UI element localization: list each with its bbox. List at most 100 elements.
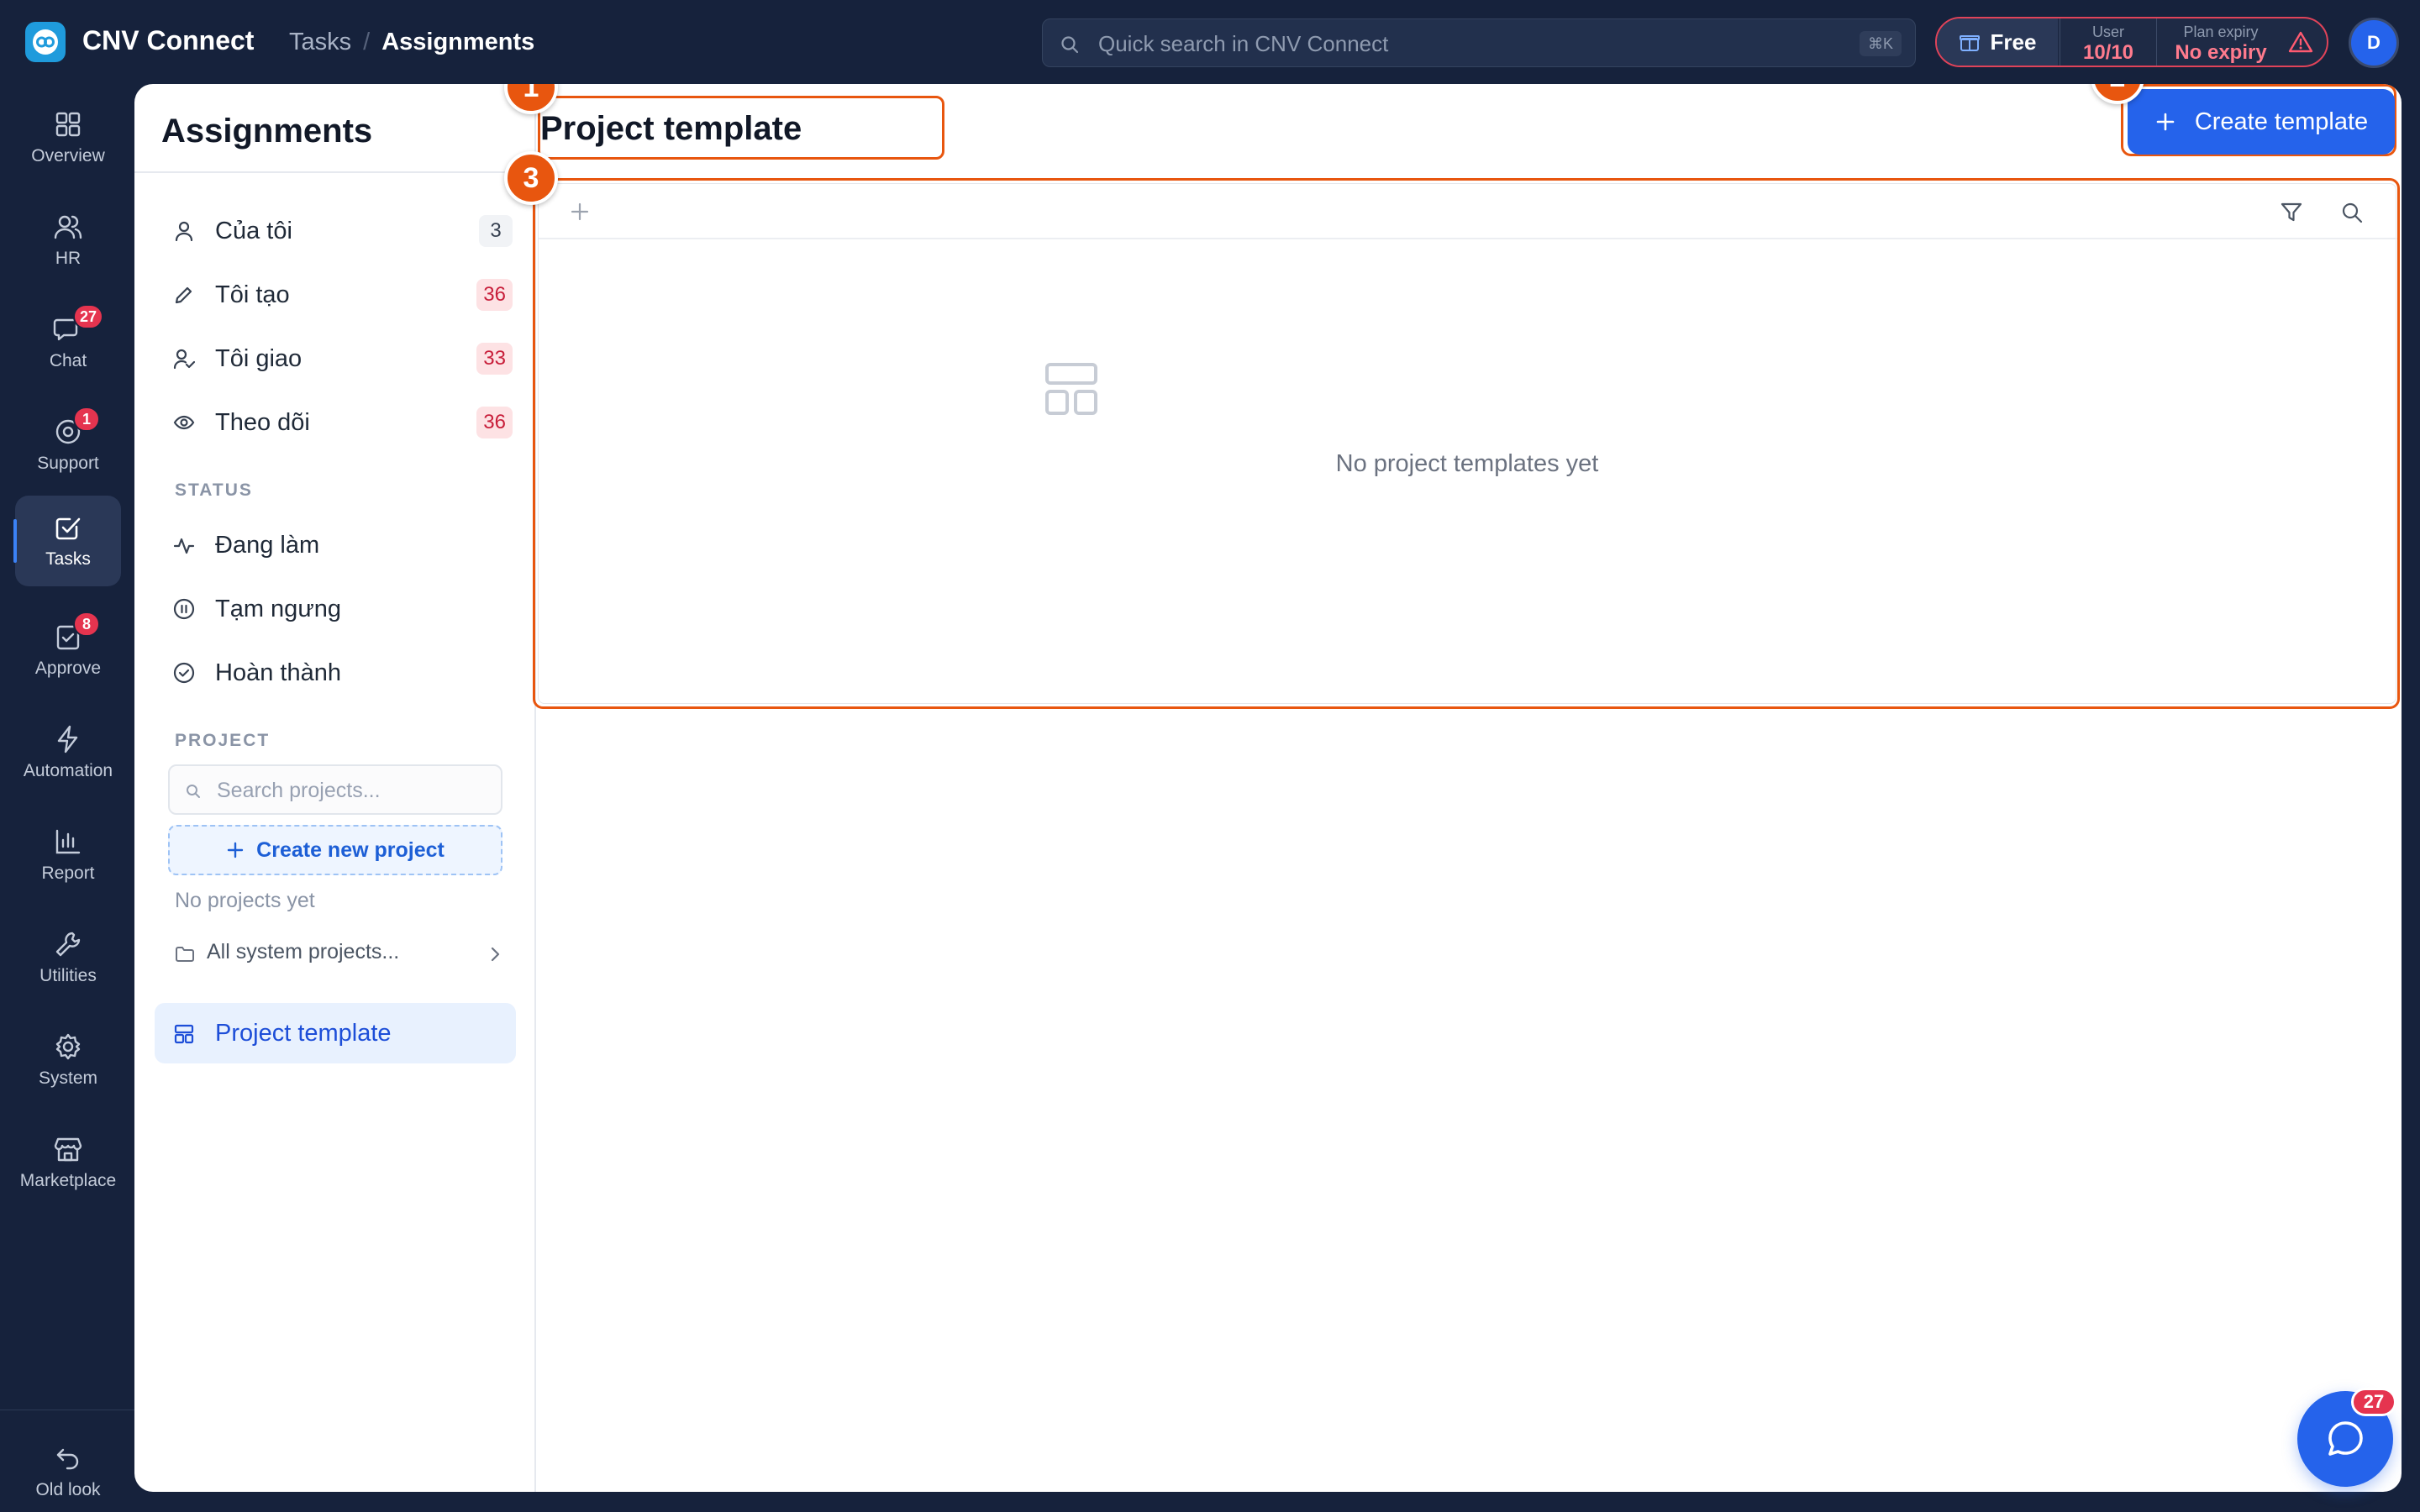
subnav-item-mine[interactable]: Của tôi 3 (155, 203, 516, 257)
approve-icon: 8 (53, 612, 100, 652)
breadcrumb-current: Assignments (381, 29, 535, 55)
breadcrumb: Tasks / Assignments (289, 29, 534, 56)
project-search-placeholder: Search projects... (217, 779, 381, 802)
status-item-in-progress[interactable]: Đang làm (155, 517, 516, 571)
rail-item-overview[interactable]: Overview (15, 92, 121, 183)
empty-template-icon (1045, 363, 1097, 415)
count-badge: 36 (476, 279, 513, 311)
rail-label: Chat (49, 351, 87, 370)
count-badge: 3 (479, 215, 513, 247)
project-section-label: PROJECT (175, 731, 271, 750)
main-panel: Assignments Của tôi 3 Tôi tạo 36 Tôi gia… (134, 84, 2402, 1492)
create-template-label: Create template (2194, 108, 2369, 135)
top-bar: CNV Connect Tasks / Assignments Quick se… (0, 0, 2420, 84)
search-shortcut: ⌘K (1859, 31, 1902, 56)
subnav-item-label: Tôi giao (215, 345, 302, 372)
user-avatar[interactable]: D (2349, 18, 2399, 68)
search-icon (1061, 36, 1079, 54)
rail-label: System (38, 1068, 97, 1088)
plan-status[interactable]: Free User 10/10 Plan expiry No expiry (1935, 17, 2328, 67)
rail-label: Report (41, 864, 95, 883)
rail-item-tasks[interactable]: Tasks (13, 496, 121, 586)
approve-badge: 8 (73, 612, 100, 637)
plan-user-label: User (2091, 24, 2124, 40)
rail-item-automation[interactable]: Automation (15, 707, 121, 798)
rail-item-hr[interactable]: HR (15, 195, 121, 286)
plan-expiry: Plan expiry No expiry (2162, 18, 2280, 66)
old-look-button[interactable]: Old look (15, 1426, 121, 1512)
all-system-projects-link[interactable]: All system projects... (175, 937, 502, 971)
activity-icon (173, 538, 195, 554)
rail-item-approve[interactable]: 8 Approve (15, 605, 121, 696)
table-toolbar (539, 184, 2397, 239)
chat-bubble-icon (2328, 1421, 2363, 1456)
template-table (538, 183, 2397, 704)
gift-icon (1959, 35, 1980, 51)
search-icon[interactable] (2340, 201, 2364, 224)
rail-item-report[interactable]: Report (15, 810, 121, 900)
subnav-item-following[interactable]: Theo dõi 36 (155, 395, 516, 449)
app-name: CNV Connect (82, 25, 255, 55)
plan-tier[interactable]: Free (1937, 18, 2058, 66)
rail-label: Utilities (39, 966, 97, 985)
user-check-icon (173, 349, 195, 370)
bolt-icon (53, 724, 83, 754)
chevron-right-icon (491, 947, 500, 962)
subnav-item-created[interactable]: Tôi tạo 36 (155, 267, 516, 321)
create-template-button[interactable]: Create template (2128, 89, 2395, 155)
rail-item-chat[interactable]: 27 Chat (15, 297, 121, 388)
grid-icon (53, 109, 83, 139)
plan-expiry-value: No expiry (2175, 41, 2267, 64)
undo-icon (53, 1443, 83, 1473)
rail-item-support[interactable]: 1 Support (15, 400, 121, 491)
all-system-projects-label: All system projects... (207, 940, 400, 963)
main-sidebar: Overview HR 27 Chat 1 Support Tasks 8 Ap… (0, 84, 134, 1512)
rail-label: Approve (34, 659, 102, 678)
plan-user-value: 10/10 (2082, 41, 2134, 64)
logo-icon (33, 29, 58, 55)
create-project-button[interactable]: Create new project (168, 825, 502, 875)
rail-label: HR (55, 249, 82, 268)
layout-template-icon (174, 1024, 194, 1044)
app-logo[interactable] (25, 22, 66, 62)
breadcrumb-separator: / (363, 29, 371, 55)
support-badge: 1 (73, 407, 100, 432)
rail-item-system[interactable]: System (15, 1015, 121, 1105)
search-placeholder: Quick search in CNV Connect (1098, 31, 1389, 56)
add-row-icon[interactable] (569, 201, 591, 223)
project-search-input[interactable]: Search projects... (168, 764, 502, 815)
checkbox-icon (53, 512, 83, 543)
subnav-divider (134, 171, 536, 173)
plan-user-count: User 10/10 (2060, 18, 2157, 66)
empty-state-text: No project templates yet (1335, 450, 1599, 477)
rail-label: Tasks (45, 549, 91, 569)
status-item-paused[interactable]: Tạm ngưng (155, 581, 516, 635)
filter-icon[interactable] (2280, 201, 2303, 224)
chat-icon: 27 (53, 304, 104, 344)
plus-icon (227, 842, 244, 858)
subnav-title: Assignments (161, 113, 373, 150)
plus-icon (2156, 113, 2175, 131)
count-badge: 33 (476, 343, 513, 375)
subnav-item-project-template[interactable]: Project template (155, 1003, 516, 1063)
rail-item-utilities[interactable]: Utilities (15, 912, 121, 1003)
subnav-item-assigned[interactable]: Tôi giao 33 (155, 331, 516, 385)
status-section-label: STATUS (175, 480, 253, 500)
subnav-item-label: Theo dõi (215, 409, 310, 436)
status-item-done[interactable]: Hoàn thành (155, 645, 516, 699)
annotation-marker-3: 3 (504, 151, 558, 205)
global-search[interactable]: Quick search in CNV Connect ⌘K (1042, 18, 1916, 67)
search-icon (187, 785, 200, 798)
breadcrumb-tasks[interactable]: Tasks (289, 29, 351, 56)
folder-icon (176, 947, 194, 962)
rail-item-marketplace[interactable]: Marketplace (15, 1117, 121, 1208)
status-item-label: Hoàn thành (215, 659, 341, 686)
no-projects-text: No projects yet (175, 889, 315, 912)
plan-tier-label: Free (1990, 29, 2037, 55)
plan-expiry-label: Plan expiry (2183, 24, 2259, 40)
pause-circle-icon (173, 598, 195, 620)
store-icon (53, 1134, 83, 1164)
old-look-label: Old look (35, 1480, 101, 1499)
create-project-label: Create new project (256, 837, 445, 862)
pencil-icon (175, 286, 192, 304)
